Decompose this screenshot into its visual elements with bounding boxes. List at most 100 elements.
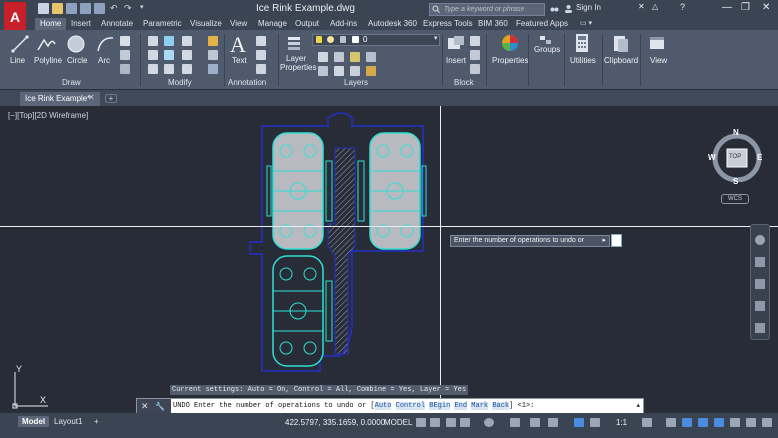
compass-south[interactable]: S xyxy=(733,177,738,186)
groups-button[interactable]: Groups xyxy=(534,45,560,54)
a360-icon[interactable]: △ xyxy=(652,2,658,11)
insert-button[interactable]: Insert xyxy=(446,56,466,65)
annotation-visibility-icon[interactable] xyxy=(574,418,584,427)
layer-properties-icon[interactable] xyxy=(286,34,304,52)
object-snap-icon[interactable] xyxy=(548,418,558,427)
rotate-icon[interactable] xyxy=(164,36,174,46)
option-mark[interactable]: Mark xyxy=(471,402,489,410)
tab-autodesk-360[interactable]: Autodesk 360 xyxy=(368,18,417,30)
compass-east[interactable]: E xyxy=(757,153,762,162)
undo-icon[interactable]: ↶ xyxy=(110,3,121,14)
object-snap-tracking-icon[interactable] xyxy=(530,418,540,427)
layer-on-icon[interactable] xyxy=(316,36,322,43)
wcs-menu[interactable]: WCS xyxy=(721,194,749,204)
move-icon[interactable] xyxy=(148,36,158,46)
orbit-icon[interactable] xyxy=(755,301,765,311)
drawing-canvas[interactable]: [−][Top][2D Wireframe] N S E W TOP WCS Y… xyxy=(0,106,778,415)
new-icon[interactable] xyxy=(38,3,49,14)
layer-properties-label-1[interactable]: Layer xyxy=(286,54,306,63)
hatch-icon[interactable] xyxy=(120,50,130,60)
layers-panel-label[interactable]: Layers xyxy=(344,78,368,87)
view-icon[interactable] xyxy=(648,34,666,52)
trim-icon[interactable] xyxy=(182,36,192,46)
erase-icon[interactable] xyxy=(208,36,218,46)
leader-icon[interactable] xyxy=(256,50,266,60)
compass-west[interactable]: W xyxy=(708,153,716,162)
dynamic-input-field[interactable] xyxy=(611,234,622,247)
edit-attributes-icon[interactable] xyxy=(470,64,480,74)
region-icon[interactable] xyxy=(120,64,130,74)
workspace-dropdown-icon[interactable]: ▾ xyxy=(140,3,151,14)
tab-express-tools[interactable]: Express Tools xyxy=(423,18,473,30)
scale-icon[interactable] xyxy=(164,64,174,74)
insert-block-icon[interactable] xyxy=(446,34,466,52)
edit-block-icon[interactable] xyxy=(470,50,480,60)
text-button[interactable]: Text xyxy=(232,56,247,65)
annotation-panel-label[interactable]: Annotation xyxy=(228,78,266,87)
open-icon[interactable] xyxy=(52,3,63,14)
tab-annotate[interactable]: Annotate xyxy=(101,18,133,30)
dynamic-input-icon[interactable] xyxy=(446,418,456,427)
layer-isolate-icon[interactable] xyxy=(318,52,328,62)
layer-copy-icon[interactable] xyxy=(350,66,360,76)
layer-properties-label-2[interactable]: Properties xyxy=(280,63,316,72)
tab-featured-apps[interactable]: Featured Apps xyxy=(516,18,568,30)
clean-screen-icon[interactable] xyxy=(746,418,756,427)
minimize-button[interactable]: — xyxy=(722,2,732,13)
rectangle-icon[interactable] xyxy=(120,36,130,46)
customize-icon[interactable]: 🔧 xyxy=(155,402,165,411)
new-tab-button[interactable]: + xyxy=(105,94,117,103)
compass-north[interactable]: N xyxy=(733,128,739,137)
modify-panel-label[interactable]: Modify xyxy=(168,78,192,87)
dimension-icon[interactable] xyxy=(256,36,266,46)
layer-match-icon[interactable] xyxy=(350,52,360,62)
quick-properties-icon[interactable] xyxy=(698,418,708,427)
properties-icon[interactable] xyxy=(500,33,520,53)
utilities-icon[interactable] xyxy=(574,33,590,53)
tab-parametric[interactable]: Parametric xyxy=(143,18,182,30)
close-tab-icon[interactable]: ✕ xyxy=(88,93,95,102)
layer-unisolate-icon[interactable] xyxy=(334,66,344,76)
save-as-icon[interactable] xyxy=(80,3,91,14)
coordinates-readout[interactable]: 422.5797, 335.1659, 0.0000 xyxy=(285,418,385,427)
layer-dropdown-arrow-icon[interactable]: ▾ xyxy=(434,35,440,42)
text-icon[interactable]: A xyxy=(230,32,246,58)
stretch-icon[interactable] xyxy=(148,64,158,74)
tab-output[interactable]: Output xyxy=(295,18,319,30)
tab-insert[interactable]: Insert xyxy=(71,18,91,30)
option-auto[interactable]: Auto xyxy=(374,402,392,410)
option-control[interactable]: Control xyxy=(395,402,426,410)
table-icon[interactable] xyxy=(256,64,266,74)
polar-icon[interactable] xyxy=(484,418,494,427)
navigation-bar[interactable] xyxy=(750,224,770,340)
isolate-objects-icon[interactable] xyxy=(714,418,724,427)
workspace-icon[interactable] xyxy=(642,418,652,427)
draw-panel-label[interactable]: Draw xyxy=(62,78,81,87)
block-panel-label[interactable]: Block xyxy=(454,78,474,87)
tab-view[interactable]: View xyxy=(230,18,247,30)
annotation-scale[interactable]: 1:1 xyxy=(616,418,627,427)
save-icon[interactable] xyxy=(66,3,77,14)
customize-status-bar-icon[interactable] xyxy=(762,418,772,427)
showmotion-icon[interactable] xyxy=(755,323,765,333)
arc-button[interactable]: Arc xyxy=(98,56,110,65)
exchange-icon[interactable]: ✕ xyxy=(638,2,645,11)
arc-icon[interactable] xyxy=(95,34,115,54)
tab-bim-360[interactable]: BIM 360 xyxy=(478,18,508,30)
model-tab[interactable]: Model xyxy=(18,416,50,427)
properties-button[interactable]: Properties xyxy=(492,56,528,65)
circle-button[interactable]: Circle xyxy=(67,56,87,65)
redo-icon[interactable]: ↷ xyxy=(124,3,135,14)
option-begin[interactable]: BEgin xyxy=(429,402,451,410)
tooltip-options-icon[interactable]: ▸ xyxy=(602,236,606,246)
help-icon[interactable]: ? xyxy=(680,2,685,12)
auto-scale-icon[interactable] xyxy=(590,418,600,427)
layout1-tab[interactable]: Layout1 xyxy=(50,416,86,427)
layer-current-icon[interactable] xyxy=(318,66,328,76)
isodraft-icon[interactable] xyxy=(510,418,520,427)
close-command-line-icon[interactable]: ✕ xyxy=(141,401,149,411)
polyline-button[interactable]: Polyline xyxy=(34,56,62,65)
zoom-extents-icon[interactable] xyxy=(755,279,765,289)
ribbon-toggle-icon[interactable]: ▭ ▾ xyxy=(580,18,592,30)
option-back[interactable]: Back xyxy=(492,402,510,410)
